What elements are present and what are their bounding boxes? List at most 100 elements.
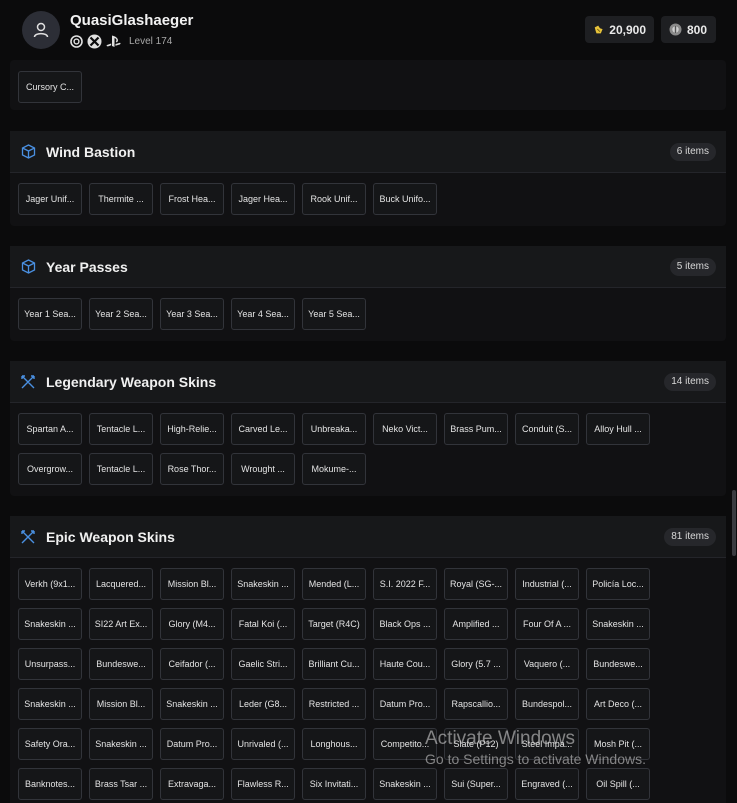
item-tile[interactable]: Lacquered... [89,568,153,600]
item-tile[interactable]: SI22 Art Ex... [89,608,153,640]
item-tile[interactable]: Frost Hea... [160,183,224,215]
user-block: QuasiGlashaeger Level 174 [70,12,193,49]
item-tile[interactable]: Thermite ... [89,183,153,215]
item-tile[interactable]: Fatal Koi (... [231,608,295,640]
item-tile[interactable]: Mission Bl... [89,688,153,720]
item-tile[interactable]: Snakeskin ... [160,688,224,720]
item-tile[interactable]: Four Of A ... [515,608,579,640]
item-tile[interactable]: Industrial (... [515,568,579,600]
item-tile[interactable]: Sui (Super... [444,768,508,800]
item-grid: Cursory C... [10,60,726,103]
item-tile[interactable]: Year 4 Sea... [231,298,295,330]
section-header[interactable]: Epic Weapon Skins 81 items [10,516,726,558]
item-tile[interactable]: Oil Spill (... [586,768,650,800]
item-tile[interactable]: Competito... [373,728,437,760]
item-tile[interactable]: Black Ops ... [373,608,437,640]
section-year-passes: Year Passes 5 items Year 1 Sea... Year 2 … [10,246,726,341]
item-tile[interactable]: Art Deco (... [586,688,650,720]
item-tile[interactable]: Mission Bl... [160,568,224,600]
renown-balance: 20,900 [585,16,654,43]
section-header[interactable]: Wind Bastion 6 items [10,131,726,173]
r6-credits-icon [669,23,682,36]
item-tile[interactable]: Vaquero (... [515,648,579,680]
item-tile[interactable]: Alloy Hull ... [586,413,650,445]
item-tile[interactable]: Conduit (S... [515,413,579,445]
item-tile[interactable]: Glory (5.7 ... [444,648,508,680]
item-tile[interactable]: Jager Hea... [231,183,295,215]
inventory-list[interactable]: Cursory C... Wind Bastion 6 items Jager … [0,60,737,803]
item-tile[interactable]: Cursory C... [18,71,82,103]
item-tile[interactable]: Slate (P12) [444,728,508,760]
item-tile[interactable]: Glory (M4... [160,608,224,640]
item-tile[interactable]: Rose Thor... [160,453,224,485]
item-tile[interactable]: Carved Le... [231,413,295,445]
item-tile[interactable]: Banknotes... [18,768,82,800]
item-tile[interactable]: Brilliant Cu... [302,648,366,680]
cube-icon [20,259,36,275]
item-tile[interactable]: Longhous... [302,728,366,760]
item-tile[interactable]: Unrivaled (... [231,728,295,760]
item-tile[interactable]: Bundespol... [515,688,579,720]
item-tile[interactable]: Year 5 Sea... [302,298,366,330]
crossed-swords-icon [20,529,36,545]
item-tile[interactable]: Bundeswe... [89,648,153,680]
item-tile[interactable]: Verkh (9x1... [18,568,82,600]
item-tile[interactable]: Bundeswe... [586,648,650,680]
item-grid: Year 1 Sea... Year 2 Sea... Year 3 Sea... Y… [10,288,726,330]
item-tile[interactable]: Target (R4C) [302,608,366,640]
item-tile[interactable]: Gaelic Stri... [231,648,295,680]
item-tile[interactable]: Six Invitati... [302,768,366,800]
section-wind-bastion: Wind Bastion 6 items Jager Unif... Thermi… [10,131,726,226]
item-tile[interactable]: High-Relie... [160,413,224,445]
section-header[interactable]: Legendary Weapon Skins 14 items [10,361,726,403]
item-tile[interactable]: Brass Pum... [444,413,508,445]
item-tile[interactable]: Engraved (... [515,768,579,800]
item-tile[interactable]: Ceifador (... [160,648,224,680]
item-tile[interactable]: Tentacle L... [89,453,153,485]
item-tile[interactable]: Neko Vict... [373,413,437,445]
item-tile[interactable]: Wrought ... [231,453,295,485]
item-tile[interactable]: Flawless R... [231,768,295,800]
item-tile[interactable]: Snakeskin ... [89,728,153,760]
item-tile[interactable]: Mosh Pit (... [586,728,650,760]
item-tile[interactable]: Spartan A... [18,413,82,445]
scrollbar-thumb[interactable] [732,490,736,556]
item-tile[interactable]: Snakeskin ... [231,568,295,600]
item-tile[interactable]: Brass Tsar ... [89,768,153,800]
avatar[interactable] [22,11,60,49]
item-tile[interactable]: Unbreaka... [302,413,366,445]
crossed-swords-icon [20,374,36,390]
item-tile[interactable]: Buck Unifo... [373,183,437,215]
item-tile[interactable]: Jager Unif... [18,183,82,215]
item-tile[interactable]: Datum Pro... [373,688,437,720]
section-title: Epic Weapon Skins [46,528,175,545]
item-tile[interactable]: Snakeskin ... [18,608,82,640]
item-tile[interactable]: Restricted ... [302,688,366,720]
item-tile[interactable]: Leder (G8... [231,688,295,720]
section-header[interactable]: Year Passes 5 items [10,246,726,288]
item-tile[interactable]: Tentacle L... [89,413,153,445]
item-tile[interactable]: Datum Pro... [160,728,224,760]
item-tile[interactable]: Rapscallio... [444,688,508,720]
item-tile[interactable]: Unsurpass... [18,648,82,680]
item-tile[interactable]: Snakeskin ... [586,608,650,640]
item-tile[interactable]: Amplified ... [444,608,508,640]
item-tile[interactable]: Snakeskin ... [373,768,437,800]
item-tile[interactable]: Policía Loc... [586,568,650,600]
item-tile[interactable]: S.I. 2022 F... [373,568,437,600]
item-tile[interactable]: Year 2 Sea... [89,298,153,330]
item-tile[interactable]: Mended (L... [302,568,366,600]
item-count-badge: 81 items [664,527,716,546]
item-tile[interactable]: Safety Ora... [18,728,82,760]
item-tile[interactable]: Extravaga... [160,768,224,800]
item-tile[interactable]: Steel Impa... [515,728,579,760]
item-tile[interactable]: Year 1 Sea... [18,298,82,330]
profile-header: QuasiGlashaeger Level 174 20,900 800 [10,0,728,60]
item-tile[interactable]: Overgrow... [18,453,82,485]
item-tile[interactable]: Year 3 Sea... [160,298,224,330]
item-tile[interactable]: Mokume-... [302,453,366,485]
item-tile[interactable]: Royal (SG-... [444,568,508,600]
item-tile[interactable]: Rook Unif... [302,183,366,215]
item-tile[interactable]: Snakeskin ... [18,688,82,720]
item-tile[interactable]: Haute Cou... [373,648,437,680]
